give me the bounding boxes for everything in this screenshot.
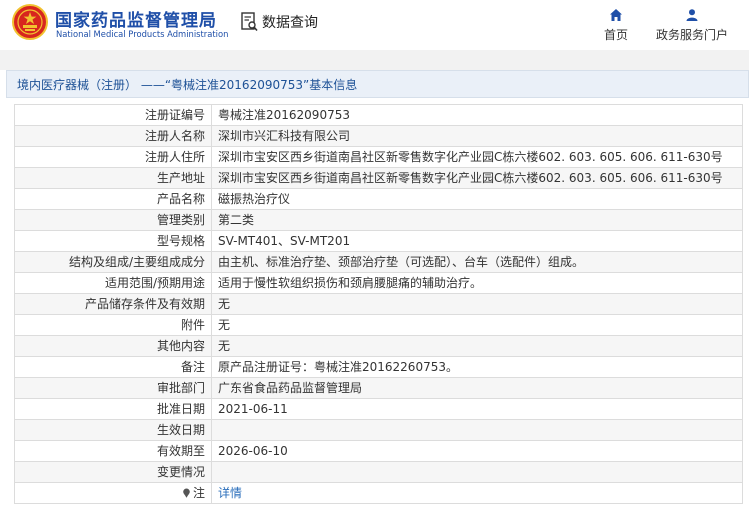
home-icon [610,9,622,21]
field-value: 由主机、标准治疗垫、颈部治疗垫（可选配）、台车（选配件）组成。 [212,252,743,272]
field-label: 注 [15,483,212,503]
table-row: 适用范围/预期用途 适用于慢性软组织损伤和颈肩腰腿痛的辅助治疗。 [15,273,743,294]
field-value [212,420,743,440]
user-icon [686,9,698,21]
field-label: 型号规格 [15,231,212,251]
table-row: 产品名称 磁振热治疗仪 [15,189,743,210]
field-label: 适用范围/预期用途 [15,273,212,293]
field-value: 第二类 [212,210,743,230]
field-label: 批准日期 [15,399,212,419]
table-row: 注详情 [15,483,743,504]
field-value: 无 [212,294,743,314]
field-value: 磁振热治疗仪 [212,189,743,209]
field-label: 注册人住所 [15,147,212,167]
nav-home[interactable]: 首页 [604,8,628,43]
brand-name-en[interactable]: National Medical Products Administration [56,29,228,39]
field-value: 无 [212,315,743,335]
field-label: 生效日期 [15,420,212,440]
table-row: 变更情况 [15,462,743,483]
national-emblem-icon[interactable] [12,4,48,40]
field-value: 适用于慢性软组织损伤和颈肩腰腿痛的辅助治疗。 [212,273,743,293]
field-value: 2021-06-11 [212,399,743,419]
nav-home-label: 首页 [604,28,629,42]
field-label: 产品名称 [15,189,212,209]
site-header: 国家药品监督管理局 National Medical Products Admi… [0,0,749,50]
field-label: 结构及组成/主要组成成分 [15,252,212,272]
field-value: 深圳市宝安区西乡街道南昌社区新零售数字化产业园C栋六楼602. 603. 605… [212,168,743,188]
field-label: 附件 [15,315,212,335]
field-label: 其他内容 [15,336,212,356]
field-label: 变更情况 [15,462,212,482]
field-label: 有效期至 [15,441,212,461]
document-search-icon [241,12,258,32]
table-row: 产品储存条件及有效期无 [15,294,743,315]
field-value: SV-MT401、SV-MT201 [212,231,743,251]
data-query-link[interactable]: 数据查询 [241,12,318,32]
field-value: 深圳市宝安区西乡街道南昌社区新零售数字化产业园C栋六楼602. 603. 605… [212,147,743,167]
table-row: 生效日期 [15,420,743,441]
field-label: 审批部门 [15,378,212,398]
device-info-table: 注册证编号 粤械注准20162090753 注册人名称 深圳市兴汇科技有限公司 注册人住… [14,104,743,504]
table-row: 有效期至 2026-06-10 [15,441,743,462]
brand-name-cn[interactable]: 国家药品监督管理局 [55,6,217,31]
table-row: 结构及组成/主要组成成分 由主机、标准治疗垫、颈部治疗垫（可选配）、台车（选配件）… [15,252,743,273]
table-row: 批准日期 2021-06-11 [15,399,743,420]
record-title-bar: 境内医疗器械（注册） ——“粤械注准20162090753”基本信息 [6,70,749,98]
field-label: 注册证编号 [15,105,212,125]
field-value: 原产品注册证号：粤械注准20162260753。 [212,357,743,377]
table-row: 型号规格 SV-MT401、SV-MT201 [15,231,743,252]
table-row: 审批部门 广东省食品药品监督管理局 [15,378,743,399]
table-row: 注册证编号 粤械注准20162090753 [15,105,743,126]
field-label: 注册人名称 [15,126,212,146]
table-row: 注册人名称 深圳市兴汇科技有限公司 [15,126,743,147]
table-row: 备注 原产品注册证号：粤械注准20162260753。 [15,357,743,378]
field-label: 生产地址 [15,168,212,188]
table-row: 生产地址 深圳市宝安区西乡街道南昌社区新零售数字化产业园C栋六楼602. 603.… [15,168,743,189]
field-value: 粤械注准20162090753 [212,105,743,125]
field-value [212,462,743,482]
table-row: 管理类别 第二类 [15,210,743,231]
field-label: 备注 [15,357,212,377]
location-pin-icon [183,488,190,498]
field-value: 无 [212,336,743,356]
field-label-text: 注 [192,486,205,500]
nav-gov-service-portal[interactable]: 政务服务门户 [656,8,728,43]
table-row: 附件无 [15,315,743,336]
field-label: 产品储存条件及有效期 [15,294,212,314]
nav-gov-label: 政务服务门户 [656,28,729,42]
field-value: 深圳市兴汇科技有限公司 [212,126,743,146]
data-query-label: 数据查询 [262,15,318,31]
header-separator [0,50,749,70]
details-link[interactable]: 详情 [212,483,743,503]
table-row: 注册人住所 深圳市宝安区西乡街道南昌社区新零售数字化产业园C栋六楼602. 603… [15,147,743,168]
field-value: 广东省食品药品监督管理局 [212,378,743,398]
record-title: 境内医疗器械（注册） ——“粤械注准20162090753”基本信息 [17,77,358,92]
field-label: 管理类别 [15,210,212,230]
field-value: 2026-06-10 [212,441,743,461]
table-row: 其他内容无 [15,336,743,357]
